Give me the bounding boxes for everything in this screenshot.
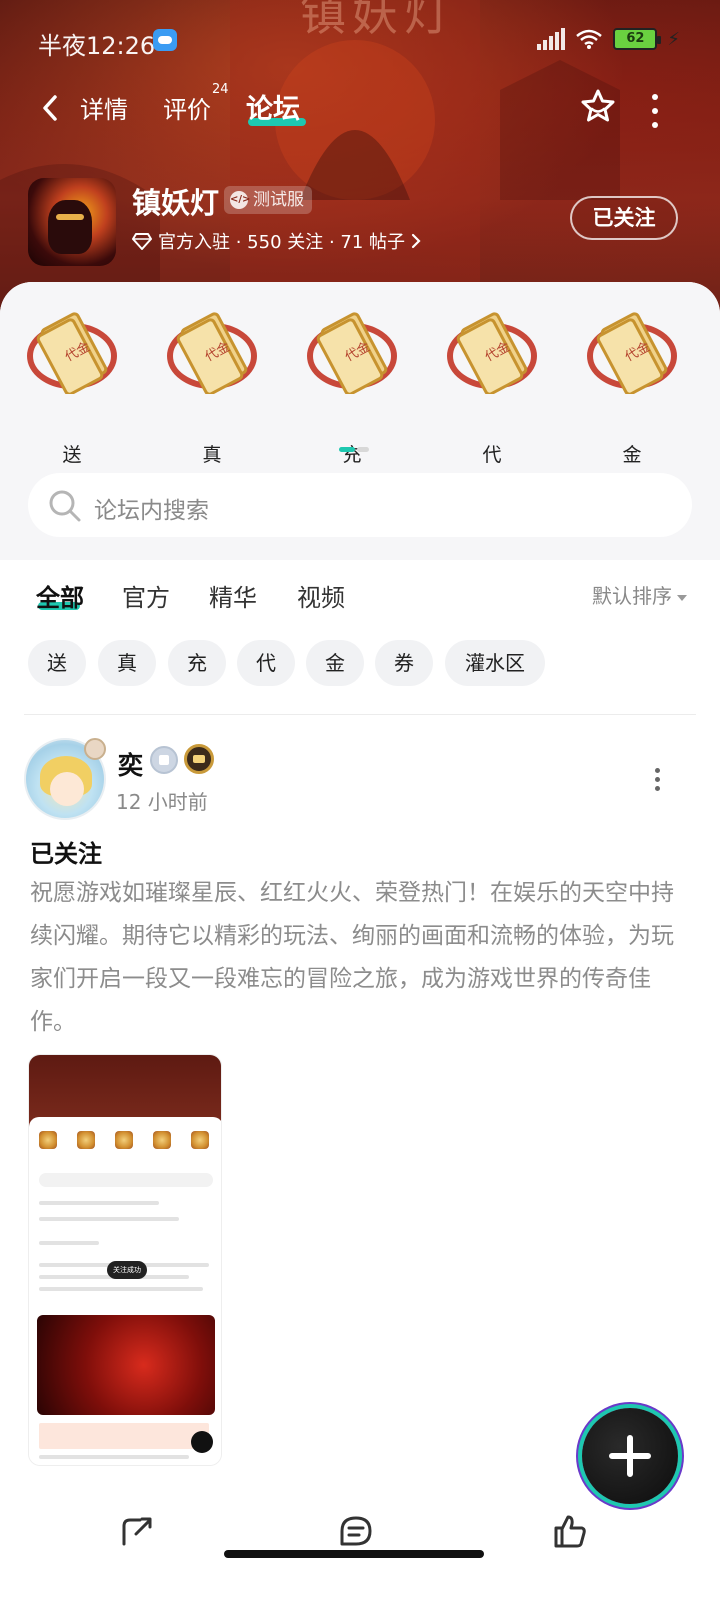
- thumbnail-icon: [115, 1131, 133, 1149]
- create-post-fab[interactable]: [582, 1408, 678, 1504]
- entry-label: 真: [202, 444, 222, 466]
- entry-item[interactable]: 代金 充: [292, 310, 412, 470]
- entry-label: 送: [62, 444, 82, 466]
- thumbnail-line: [39, 1217, 179, 1221]
- tab-featured[interactable]: 精华: [209, 578, 257, 613]
- tab-details[interactable]: 详情: [80, 90, 128, 125]
- game-meta-link[interactable]: 官方入驻 · 550 关注 · 71 帖子: [132, 228, 421, 254]
- charging-bolt-icon: ⚡: [667, 28, 680, 50]
- scroll-coupon-icon: 代金: [27, 312, 117, 394]
- wifi-icon: [576, 29, 603, 49]
- thumbnail-line: [39, 1201, 159, 1205]
- game-info-row: 镇妖灯 </> 测试服 官方入驻 · 550 关注 · 71 帖子 已关注: [0, 176, 720, 266]
- thumbnail-icon: [39, 1131, 57, 1149]
- tab-official[interactable]: 官方: [122, 578, 170, 613]
- entry-item[interactable]: 代金 金: [572, 310, 692, 470]
- entry-label: 充: [342, 444, 362, 466]
- post-more-icon[interactable]: [655, 768, 663, 794]
- post-time: 12 小时前: [116, 790, 208, 814]
- entry-item[interactable]: 代金 送: [12, 310, 132, 470]
- post-username[interactable]: 奕: [118, 746, 143, 782]
- signal-icon: [537, 28, 566, 50]
- cloud-icon: [153, 29, 177, 51]
- scroll-coupon-icon: 代金: [307, 312, 397, 394]
- entry-label: 代: [482, 444, 502, 466]
- top-nav: 详情 评价 24 论坛: [0, 82, 720, 134]
- thumbnail-fab: [191, 1431, 213, 1453]
- status-indicators: 62 ⚡: [537, 28, 680, 50]
- status-bar: 半夜12:26 62 ⚡: [0, 24, 720, 60]
- chip[interactable]: 送: [28, 640, 86, 686]
- forum-sheet: 代金 送 代金 真 代金 充 代金 代 代金 金 论坛内搜索 全部 官方 精华 …: [0, 282, 720, 1600]
- entry-item[interactable]: 代金 代: [432, 310, 552, 470]
- scroll-coupon-icon: 代金: [167, 312, 257, 394]
- thumbnail-art: [37, 1315, 215, 1415]
- thumbnail-toast: 关注成功: [107, 1261, 147, 1279]
- thumbnail-icon: [153, 1131, 171, 1149]
- scroll-coupon-icon: 代金: [587, 312, 677, 394]
- filter-tabs: 全部 官方 精华 视频 默认排序: [0, 578, 720, 628]
- page-indicator: [339, 447, 369, 452]
- followed-button[interactable]: 已关注: [570, 196, 678, 240]
- game-logo[interactable]: [28, 178, 116, 266]
- favorite-star-icon[interactable]: [578, 87, 618, 127]
- comment-icon[interactable]: [338, 1514, 374, 1548]
- game-meta-text: 官方入驻 · 550 关注 · 71 帖子: [158, 232, 406, 253]
- post-title[interactable]: 已关注: [30, 834, 102, 869]
- avatar-frame-deco-icon: [84, 738, 106, 760]
- sort-dropdown[interactable]: 默认排序: [592, 580, 687, 609]
- post-image-thumbnail[interactable]: 关注成功: [28, 1054, 222, 1466]
- battery-icon: 62: [613, 28, 662, 50]
- code-icon: </>: [230, 191, 250, 209]
- thumbnail-line: [39, 1455, 189, 1459]
- share-icon[interactable]: [118, 1514, 154, 1548]
- game-name: 镇妖灯: [132, 186, 220, 220]
- tab-reviews[interactable]: 评价: [163, 90, 211, 125]
- status-time: 半夜12:26: [38, 32, 156, 60]
- plus-icon: [609, 1435, 651, 1477]
- like-icon[interactable]: [552, 1514, 588, 1548]
- forum-search-input[interactable]: 论坛内搜索: [28, 473, 692, 537]
- tab-all[interactable]: 全部: [36, 578, 84, 613]
- caret-down-icon: [677, 594, 687, 601]
- tab-forum[interactable]: 论坛: [246, 87, 300, 126]
- game-badge-icon: [184, 744, 214, 774]
- reviews-count-badge: 24: [212, 82, 229, 97]
- post-body[interactable]: 祝愿游戏如璀璨星辰、红红火火、荣登热门！在娱乐的天空中持续闪耀。期待它以精彩的玩…: [30, 872, 694, 1044]
- thumbnail-icon: [77, 1131, 95, 1149]
- diamond-icon: [132, 233, 152, 250]
- entry-item[interactable]: 代金 真: [152, 310, 272, 470]
- forum-top-area: 代金 送 代金 真 代金 充 代金 代 代金 金 论坛内搜索: [0, 282, 720, 560]
- chip[interactable]: 代: [237, 640, 295, 686]
- back-arrow-icon[interactable]: [40, 94, 60, 122]
- entry-label: 金: [622, 444, 642, 466]
- thumbnail-line: [39, 1287, 203, 1291]
- search-icon: [49, 490, 81, 522]
- chevron-right-icon: [411, 233, 421, 249]
- search-placeholder: 论坛内搜索: [94, 498, 209, 524]
- test-server-badge: </> 测试服: [224, 186, 312, 214]
- thumbnail-icon: [191, 1131, 209, 1149]
- thumbnail-line: [39, 1423, 209, 1449]
- sort-label: 默认排序: [592, 584, 672, 608]
- scroll-coupon-icon: 代金: [447, 312, 537, 394]
- level-badge-icon: [150, 746, 178, 774]
- chip[interactable]: 券: [375, 640, 433, 686]
- tab-video[interactable]: 视频: [297, 578, 345, 613]
- thumbnail-search: [39, 1173, 213, 1187]
- chip[interactable]: 金: [306, 640, 364, 686]
- thumbnail-line: [39, 1241, 99, 1245]
- chip[interactable]: 充: [168, 640, 226, 686]
- chip[interactable]: 灌水区: [445, 640, 545, 686]
- game-hero-banner: 镇妖灯 半夜12:26 62 ⚡ 详情 评价 24 论坛 镇妖灯 </> 测试服…: [0, 0, 720, 330]
- divider: [24, 714, 696, 715]
- more-options-icon[interactable]: [652, 94, 660, 128]
- test-server-label: 测试服: [253, 190, 304, 210]
- chip[interactable]: 真: [98, 640, 156, 686]
- home-indicator[interactable]: [224, 1550, 484, 1558]
